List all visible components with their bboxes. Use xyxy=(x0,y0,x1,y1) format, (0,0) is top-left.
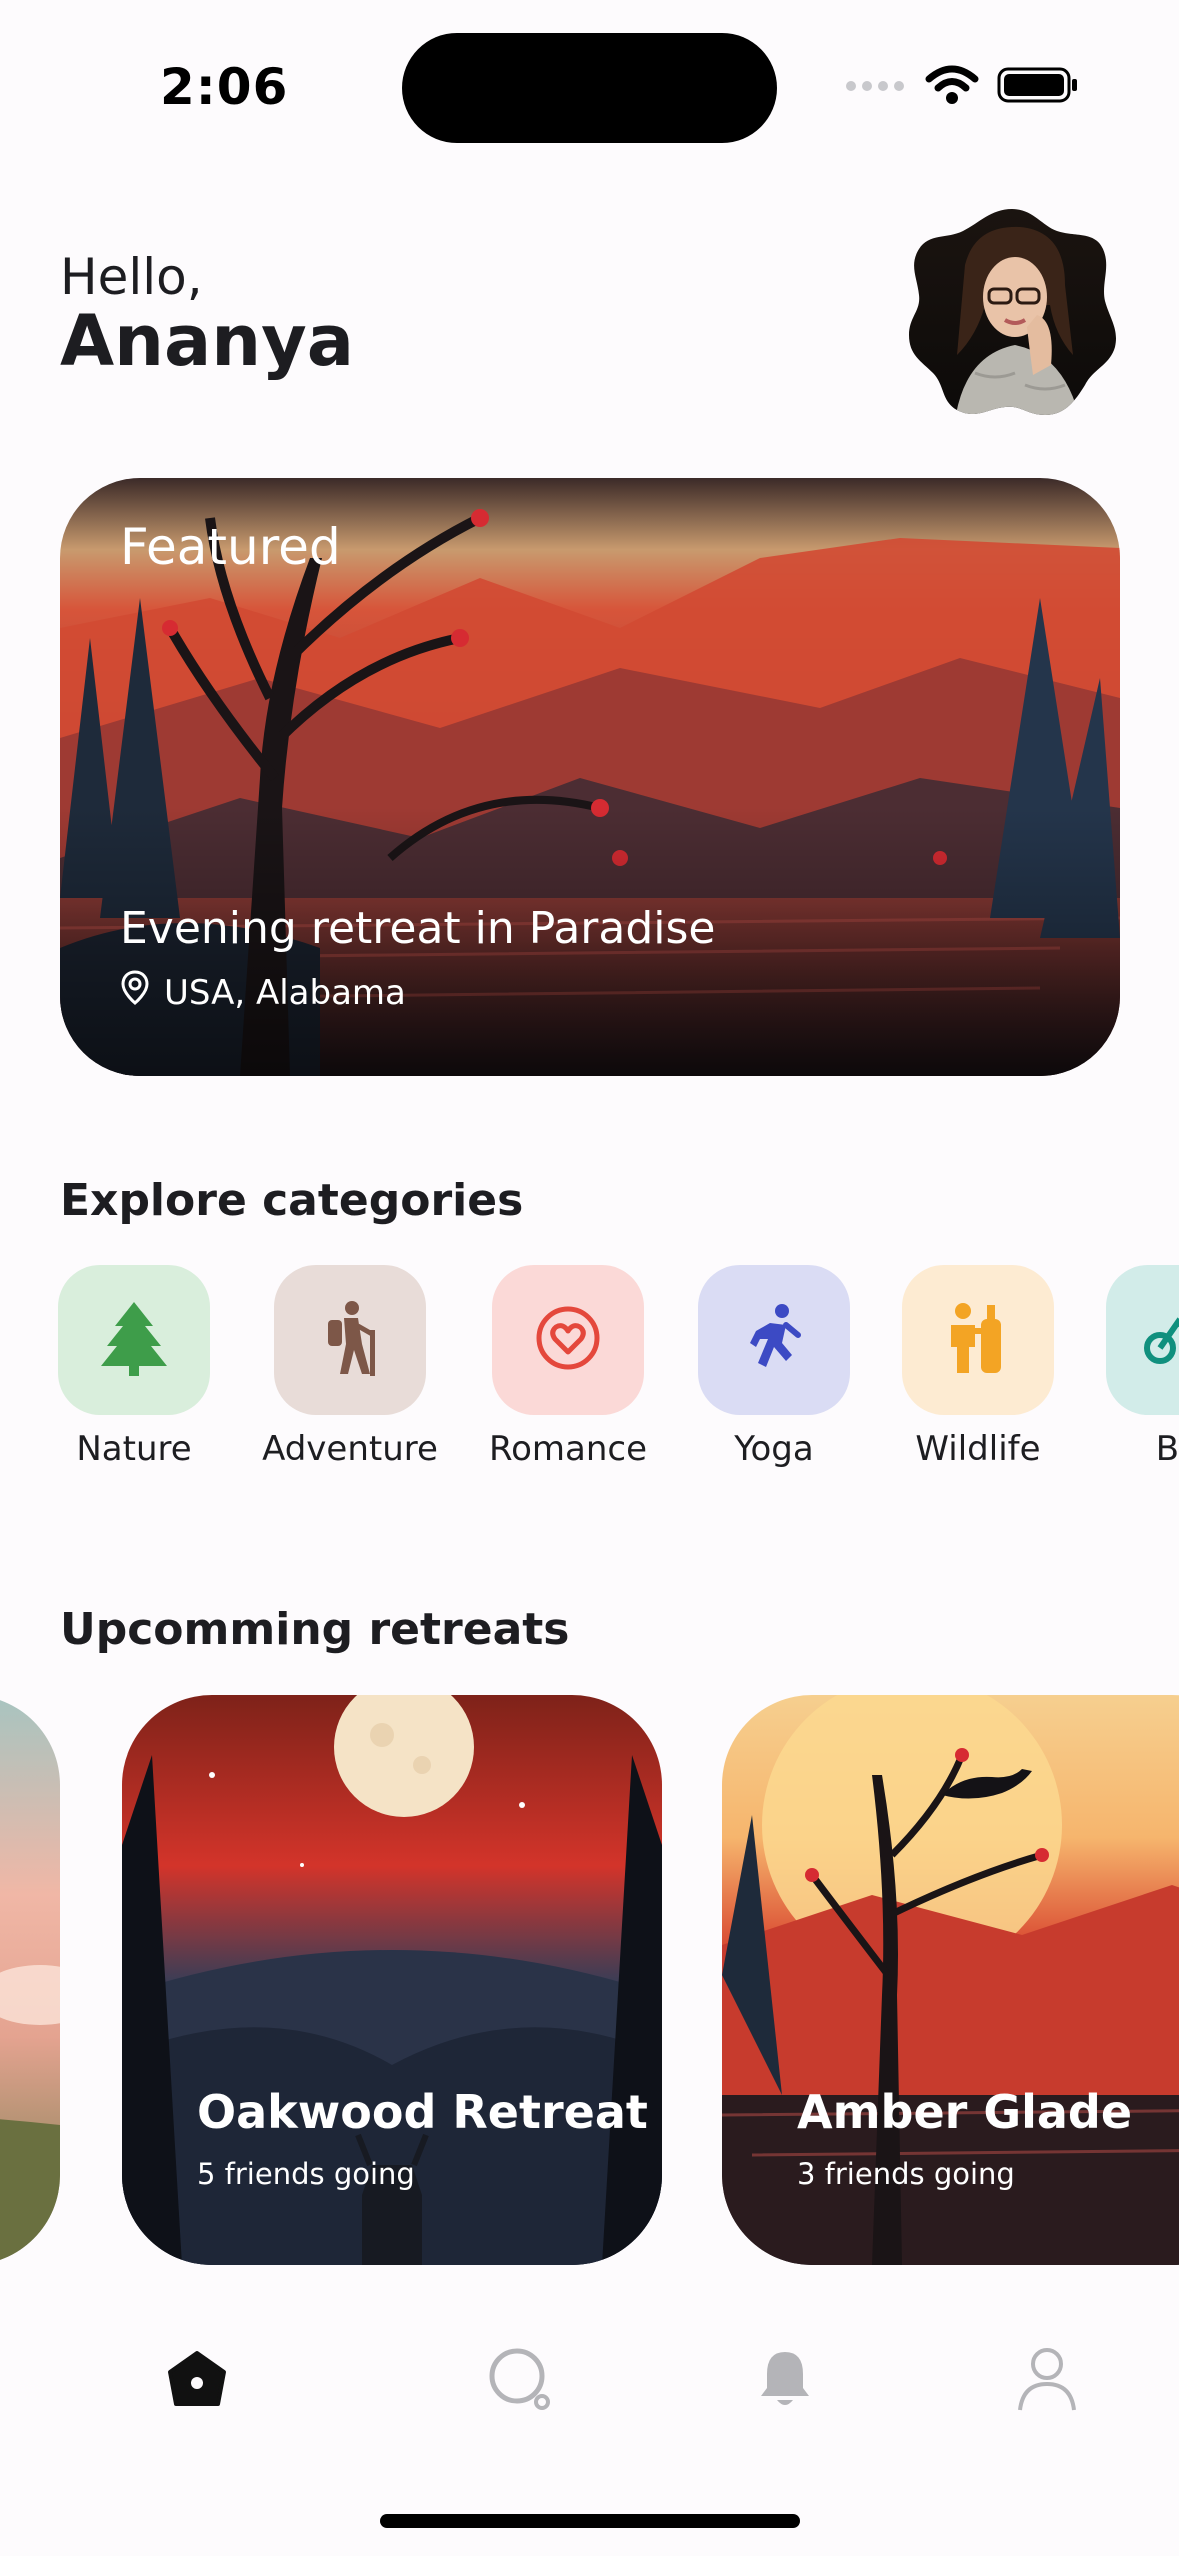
category-adventure[interactable]: Adventure xyxy=(240,1265,460,1469)
battery-icon xyxy=(997,65,1079,109)
categories-list: Nature Adventure Romance Yoga Wildlife B xyxy=(0,1265,1179,1485)
home-indicator xyxy=(380,2514,800,2528)
retreat-name: Oakwood Retreat xyxy=(197,2085,648,2139)
dynamic-island xyxy=(402,33,777,143)
category-label: Nature xyxy=(76,1429,192,1469)
status-icons xyxy=(845,62,1079,112)
category-label: Yoga xyxy=(734,1429,814,1469)
status-time: 2:06 xyxy=(160,58,289,116)
category-yoga[interactable]: Yoga xyxy=(664,1265,884,1469)
category-tile xyxy=(902,1265,1054,1415)
category-label: Bik xyxy=(1155,1429,1179,1469)
profile-avatar[interactable] xyxy=(905,205,1120,420)
categories-title: Explore categories xyxy=(60,1175,524,1226)
featured-title: Evening retreat in Paradise xyxy=(120,903,716,954)
category-tile xyxy=(492,1265,644,1415)
wifi-icon xyxy=(925,65,979,109)
retreat-card-partial[interactable] xyxy=(0,1695,60,2265)
nav-home[interactable] xyxy=(157,2341,237,2421)
tree-icon xyxy=(99,1300,169,1380)
category-tile xyxy=(1106,1265,1179,1415)
category-wildlife[interactable]: Wildlife xyxy=(868,1265,1088,1469)
hiker-icon xyxy=(318,1300,382,1380)
bell-icon xyxy=(759,2348,811,2414)
nav-search[interactable] xyxy=(480,2341,560,2421)
category-tile xyxy=(58,1265,210,1415)
featured-label: Featured xyxy=(120,518,341,576)
location-pin-icon xyxy=(120,970,150,1015)
category-romance[interactable]: Romance xyxy=(458,1265,678,1469)
category-label: Adventure xyxy=(262,1429,438,1469)
featured-card[interactable]: Featured Evening retreat in Paradise USA… xyxy=(60,478,1120,1076)
heart-icon xyxy=(535,1305,601,1375)
retreat-card-oakwood[interactable]: Oakwood Retreat 5 friends going xyxy=(122,1695,662,2265)
runner-icon xyxy=(742,1303,806,1377)
category-label: Wildlife xyxy=(915,1429,1041,1469)
category-label: Romance xyxy=(488,1429,647,1469)
retreat-subtitle: 5 friends going xyxy=(197,2157,415,2191)
category-tile xyxy=(698,1265,850,1415)
retreat-subtitle: 3 friends going xyxy=(797,2157,1015,2191)
retreat-card-amber[interactable]: Amber Glade 3 friends going xyxy=(722,1695,1179,2265)
featured-location: USA, Alabama xyxy=(120,970,406,1015)
user-name: Ananya xyxy=(60,300,354,382)
retreat-name: Amber Glade xyxy=(797,2085,1133,2139)
category-bike[interactable]: Bik xyxy=(1072,1265,1179,1469)
retreats-list: Oakwood Retreat 5 friends going Amber Gl… xyxy=(0,1695,1179,2267)
category-nature[interactable]: Nature xyxy=(24,1265,244,1469)
category-tile xyxy=(274,1265,426,1415)
nav-notifications[interactable] xyxy=(745,2341,825,2421)
home-icon xyxy=(166,2350,228,2412)
retreats-title: Upcomming retreats xyxy=(60,1604,570,1655)
location-text: USA, Alabama xyxy=(164,972,406,1013)
retreat-image xyxy=(0,1695,60,2265)
signal-icon xyxy=(845,78,907,97)
user-icon xyxy=(1017,2346,1077,2416)
search-icon xyxy=(487,2346,553,2416)
nav-profile[interactable] xyxy=(1007,2341,1087,2421)
wildlife-icon xyxy=(941,1301,1015,1379)
status-bar: 2:06 xyxy=(0,0,1179,150)
greeting-text: Hello, xyxy=(60,248,203,306)
bike-icon xyxy=(1142,1308,1179,1372)
